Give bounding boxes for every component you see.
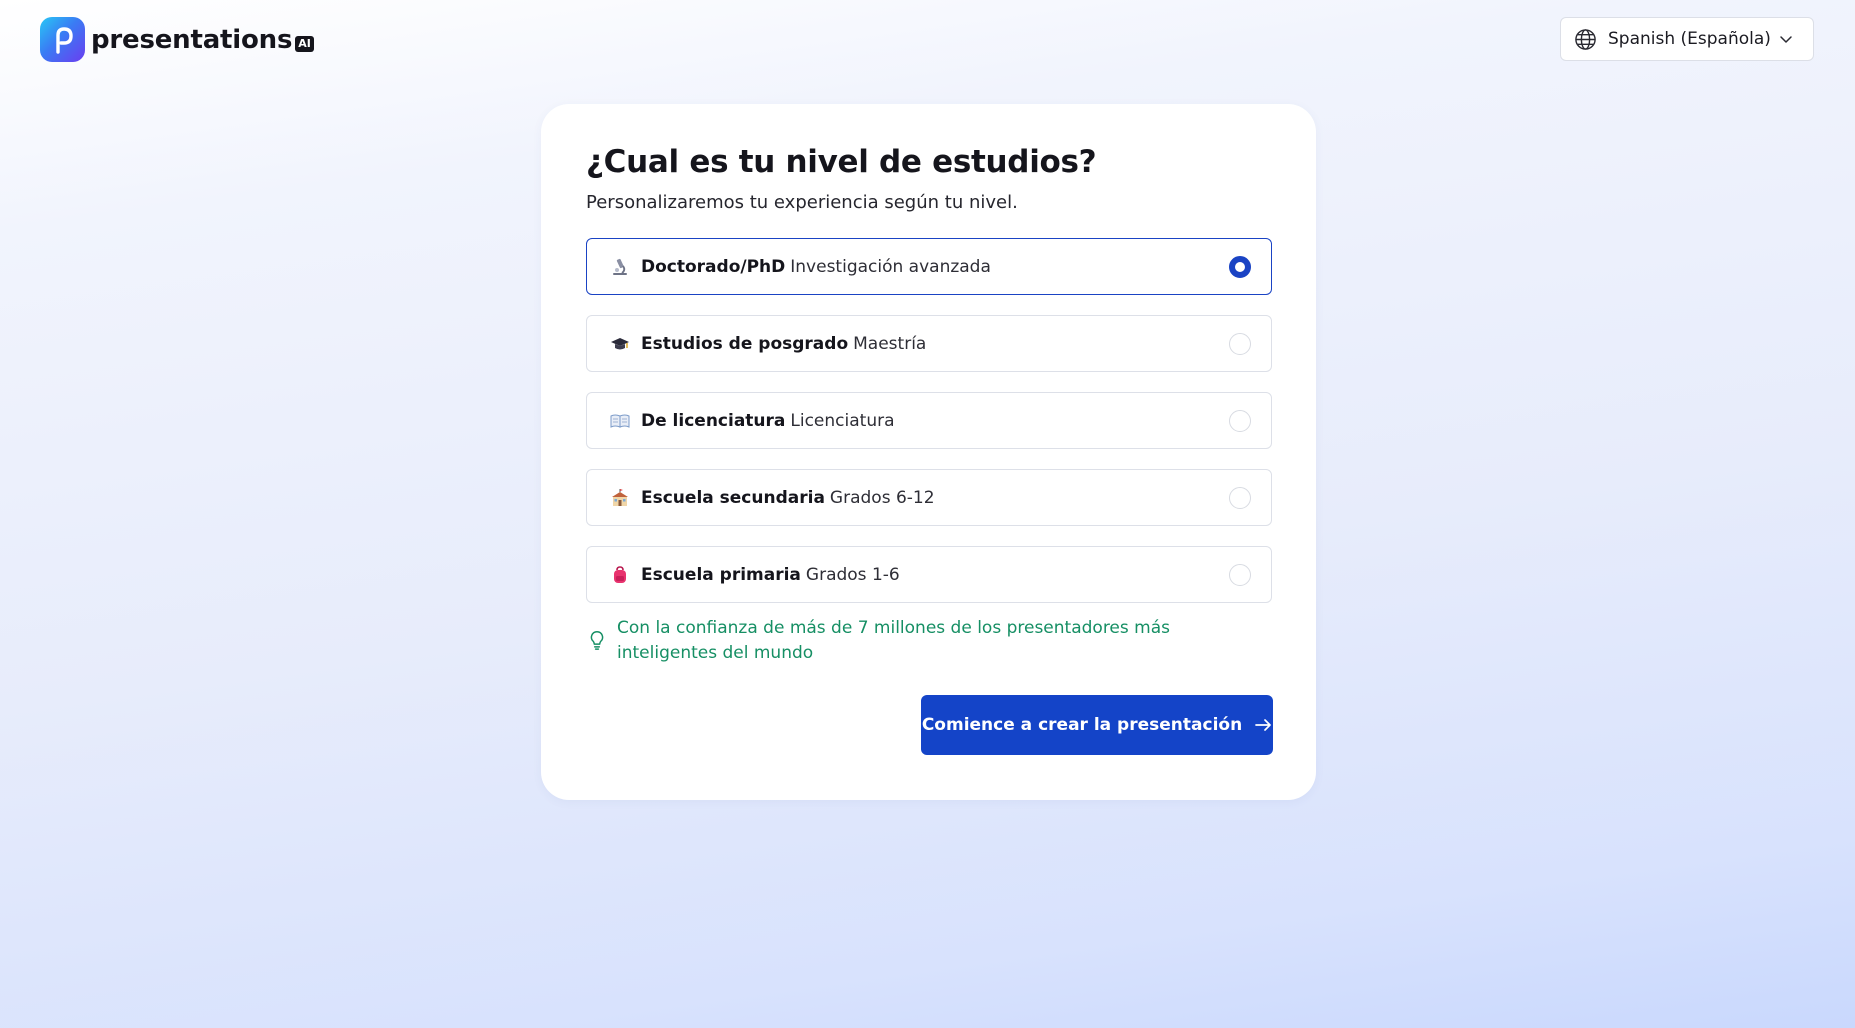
brand-ai-badge: AI xyxy=(295,36,314,52)
language-label: Spanish (Española) xyxy=(1608,29,1771,49)
graduation-cap-icon xyxy=(609,333,631,355)
option-phd-radio[interactable] xyxy=(1229,255,1251,278)
option-bachelor[interactable]: De licenciatura Licenciatura xyxy=(586,392,1272,449)
school-building-icon xyxy=(609,487,631,509)
option-postgraduate-radio[interactable] xyxy=(1229,332,1251,355)
option-bachelor-text: De licenciatura Licenciatura xyxy=(641,411,895,431)
arrow-right-icon xyxy=(1254,716,1272,734)
option-secondary-school-detail: Grados 6-12 xyxy=(829,487,935,508)
option-postgraduate-text: Estudios de posgrado Maestría xyxy=(641,334,926,354)
microscope-icon xyxy=(609,256,631,278)
option-phd[interactable]: Doctorado/PhD Investigación avanzada xyxy=(586,238,1272,295)
option-postgraduate-title: Estudios de posgrado xyxy=(641,333,849,354)
option-bachelor-radio[interactable] xyxy=(1229,409,1251,432)
option-postgraduate[interactable]: Estudios de posgrado Maestría xyxy=(586,315,1272,372)
education-level-card: ¿Cual es tu nivel de estudios? Personali… xyxy=(541,104,1316,800)
option-secondary-school-text: Escuela secundaria Grados 6-12 xyxy=(641,488,935,508)
page-subtitle: Personalizaremos tu experiencia según tu… xyxy=(586,192,1018,213)
trust-text: Con la confianza de más de 7 millones de… xyxy=(617,618,1170,663)
option-secondary-school-radio[interactable] xyxy=(1229,486,1251,509)
education-options: Doctorado/PhD Investigación avanzada Estu… xyxy=(586,238,1272,623)
option-primary-school[interactable]: Escuela primaria Grados 1-6 xyxy=(586,546,1272,603)
start-creating-button[interactable]: Comience a crear la presentación xyxy=(921,695,1273,755)
option-phd-detail: Investigación avanzada xyxy=(790,256,991,277)
top-header: presentations AI Spanish (Española) xyxy=(0,0,1855,80)
option-primary-school-title: Escuela primaria xyxy=(641,564,801,585)
presentations-logo-icon xyxy=(40,17,85,62)
lightbulb-icon xyxy=(586,629,608,651)
option-phd-title: Doctorado/PhD xyxy=(641,256,786,277)
brand-name: presentations xyxy=(91,24,293,55)
open-book-icon xyxy=(609,410,631,432)
option-primary-school-detail: Grados 1-6 xyxy=(805,564,900,585)
backpack-icon xyxy=(609,564,631,586)
option-primary-school-radio[interactable] xyxy=(1229,563,1251,586)
chevron-down-icon xyxy=(1779,32,1793,46)
option-postgraduate-detail: Maestría xyxy=(853,333,927,354)
option-phd-text: Doctorado/PhD Investigación avanzada xyxy=(641,257,991,277)
option-bachelor-title: De licenciatura xyxy=(641,410,786,431)
option-bachelor-detail: Licenciatura xyxy=(790,410,895,431)
globe-icon xyxy=(1574,28,1597,51)
option-secondary-school-title: Escuela secundaria xyxy=(641,487,825,508)
brand-logo[interactable]: presentations AI xyxy=(40,17,314,62)
option-primary-school-text: Escuela primaria Grados 1-6 xyxy=(641,565,900,585)
start-creating-label: Comience a crear la presentación xyxy=(921,715,1243,735)
page-title: ¿Cual es tu nivel de estudios? xyxy=(586,144,1097,180)
option-secondary-school[interactable]: Escuela secundaria Grados 6-12 xyxy=(586,469,1272,526)
language-selector[interactable]: Spanish (Española) xyxy=(1560,17,1814,61)
trust-note: Con la confianza de más de 7 millones de… xyxy=(586,616,1272,666)
